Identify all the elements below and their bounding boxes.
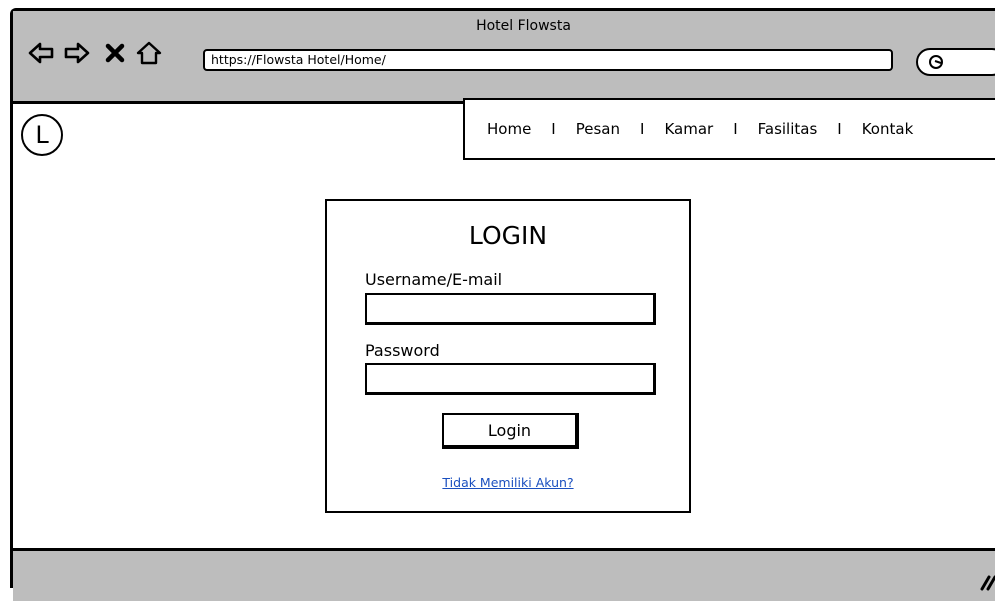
nav-separator: I (640, 120, 645, 138)
login-title: LOGIN (468, 221, 548, 250)
username-field[interactable] (365, 293, 656, 325)
browser-search-box[interactable] (916, 48, 995, 76)
resize-grip-icon[interactable] (976, 573, 995, 591)
close-x-icon[interactable] (101, 39, 129, 67)
browser-window: Hotel Flowsta https://Flowsta Hotel/Home… (10, 8, 995, 601)
password-label: Password (365, 341, 440, 360)
nav-separator: I (837, 120, 842, 138)
signup-link[interactable]: Tidak Memiliki Akun? (327, 475, 689, 490)
status-bar (13, 548, 995, 601)
nav-separator: I (551, 120, 556, 138)
home-icon[interactable] (135, 39, 163, 67)
username-label: Username/E-mail (365, 270, 503, 289)
login-panel: LOGIN Username/E-mail Password Login Tid… (325, 199, 691, 513)
browser-chrome: Hotel Flowsta https://Flowsta Hotel/Home… (13, 11, 995, 104)
nav-item-kontak[interactable]: Kontak (862, 120, 914, 138)
site-logo[interactable]: L (21, 114, 63, 156)
nav-item-pesan[interactable]: Pesan (576, 120, 620, 138)
nav-item-home[interactable]: Home (487, 120, 531, 138)
arrow-left-icon[interactable] (27, 39, 55, 67)
search-icon (929, 55, 943, 69)
main-nav: Home I Pesan I Kamar I Fasilitas I Konta… (463, 98, 995, 160)
nav-item-kamar[interactable]: Kamar (664, 120, 713, 138)
nav-separator: I (733, 120, 738, 138)
address-bar[interactable]: https://Flowsta Hotel/Home/ (203, 49, 893, 71)
nav-item-fasilitas[interactable]: Fasilitas (758, 120, 818, 138)
login-button[interactable]: Login (442, 413, 579, 449)
window-title: Hotel Flowsta (476, 18, 571, 34)
arrow-right-icon[interactable] (63, 39, 91, 67)
password-field[interactable] (365, 363, 656, 395)
